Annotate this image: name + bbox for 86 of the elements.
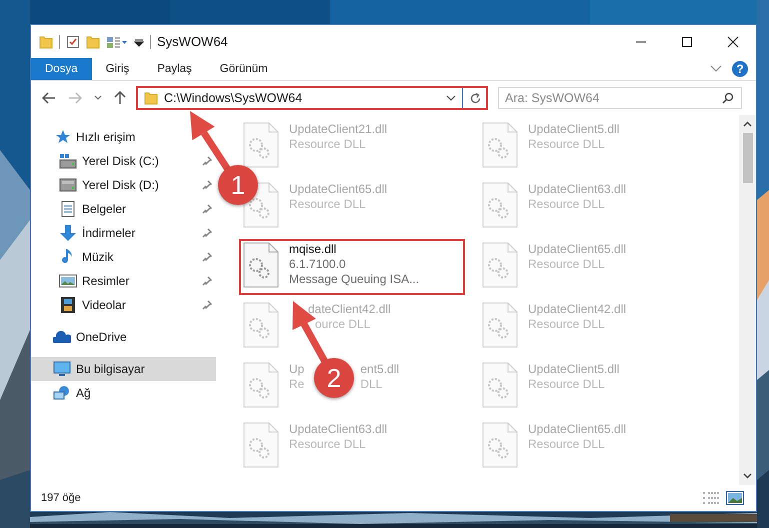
sidebar-item[interactable]: Videolar — [31, 293, 216, 317]
ribbon-tab[interactable]: Görünüm — [206, 58, 282, 80]
properties-icon — [66, 34, 80, 48]
sidebar-item[interactable]: Ağ — [31, 381, 216, 405]
pin-icon — [202, 204, 212, 214]
address-path: C:\Windows\SysWOW64 — [164, 91, 304, 105]
file-detail: Resource DLL — [289, 137, 366, 152]
film-icon — [59, 297, 77, 313]
file-detail: Resource DLL — [289, 197, 366, 212]
pin-icon — [202, 300, 212, 310]
sidebar-item[interactable]: Belgeler — [31, 197, 216, 221]
address-bar[interactable]: C:\Windows\SysWOW64 — [136, 86, 488, 110]
expand-ribbon-icon[interactable] — [710, 65, 722, 73]
recent-dropdown-icon[interactable] — [94, 95, 102, 101]
ribbon-tab[interactable]: Dosya — [31, 58, 92, 80]
file-detail: Resource DLL — [528, 317, 605, 332]
view-icon — [106, 34, 128, 48]
drive-icon — [59, 153, 77, 169]
scrollbar[interactable] — [739, 115, 756, 485]
sidebar-item[interactable]: Müzik — [31, 245, 216, 269]
close-icon[interactable] — [727, 36, 739, 48]
details-view-icon[interactable] — [702, 492, 720, 504]
cloud-icon — [53, 329, 71, 345]
monitor-icon — [53, 361, 71, 377]
file-name: UpdateClient63.dll — [528, 182, 626, 197]
scroll-thumb[interactable] — [742, 133, 752, 183]
ribbon-tab[interactable]: Paylaş — [143, 58, 206, 80]
sidebar-item[interactable]: Hızlı erişim — [31, 125, 216, 149]
download-icon — [59, 225, 77, 241]
file-name: UpdateClient63.dll — [289, 422, 388, 437]
maximize-icon[interactable] — [681, 36, 693, 48]
file-detail: ource DLL — [315, 317, 370, 332]
file-name: UpdateClient21.dll — [289, 122, 388, 137]
pin-icon — [202, 252, 212, 262]
pin-icon — [202, 156, 212, 166]
file-detail: 6.1.7100.0 — [289, 257, 346, 272]
search-field[interactable]: Ara: SysWOW64 — [498, 87, 742, 109]
scroll-down-icon[interactable] — [743, 473, 752, 479]
drive-icon — [59, 177, 77, 193]
pin-icon — [202, 228, 212, 238]
sidebar-item[interactable]: Bu bilgisayar — [31, 357, 216, 381]
sidebar-item[interactable]: İndirmeler — [31, 221, 216, 245]
new-folder-icon — [86, 34, 100, 48]
file-name: Up — [289, 362, 304, 377]
window-title: SysWOW64 — [157, 34, 228, 49]
file-detail: Resource DLL — [528, 197, 605, 212]
file-name: mqise.dll — [289, 242, 336, 257]
ribbon-tab[interactable]: Giriş — [92, 58, 144, 80]
file-name: UpdateClient42.dll — [528, 302, 626, 317]
file-detail: Re — [289, 377, 304, 392]
sidebar-item[interactable]: Resimler — [31, 269, 216, 293]
file-name: UpdateClient65.dll — [528, 422, 626, 437]
pin-icon — [202, 276, 212, 286]
help-button[interactable]: ? — [732, 61, 748, 77]
thumbnail-view-icon[interactable] — [726, 491, 744, 505]
minimize-icon[interactable] — [635, 40, 647, 42]
item-count: 197 öğe — [41, 492, 81, 504]
back-icon[interactable] — [42, 92, 56, 104]
file-name: UpdateClient5.dll — [528, 122, 620, 137]
file-name: ent5.dll — [360, 362, 400, 377]
dropdown-icon[interactable] — [446, 94, 456, 102]
file-name: UpdateClient65.dll — [289, 182, 388, 197]
picture-icon — [59, 273, 77, 289]
file-detail: Message Queuing ISA... — [289, 272, 420, 287]
network-icon — [53, 385, 71, 401]
search-icon[interactable] — [722, 92, 734, 104]
file-detail: Resource DLL — [528, 437, 605, 452]
sidebar-item[interactable]: Yerel Disk (C:) — [31, 149, 216, 173]
file-detail: Resource DLL — [528, 137, 605, 152]
file-detail: DLL — [360, 377, 382, 392]
file-detail: Resource DLL — [528, 377, 605, 392]
scroll-up-icon[interactable] — [743, 121, 752, 127]
file-detail: Resource DLL — [289, 437, 366, 452]
folder-icon — [144, 91, 158, 105]
sidebar-item[interactable]: Yerel Disk (D:) — [31, 173, 216, 197]
up-icon[interactable] — [114, 91, 126, 105]
document-icon — [59, 201, 77, 217]
file-name: UpdateClient65.dll — [528, 242, 626, 257]
file-name: UpdateClient5.dll — [528, 362, 620, 377]
file-detail: Resource DLL — [528, 257, 605, 272]
highlighted-file-item[interactable]: mqise.dll 6.1.7100.0 Message Queuing ISA... — [239, 239, 465, 295]
folder-icon — [39, 34, 53, 48]
refresh-icon[interactable] — [469, 92, 482, 104]
pin-icon — [202, 180, 212, 190]
sidebar-item[interactable]: OneDrive — [31, 325, 216, 349]
file-name: dateClient42.dll — [308, 302, 391, 317]
